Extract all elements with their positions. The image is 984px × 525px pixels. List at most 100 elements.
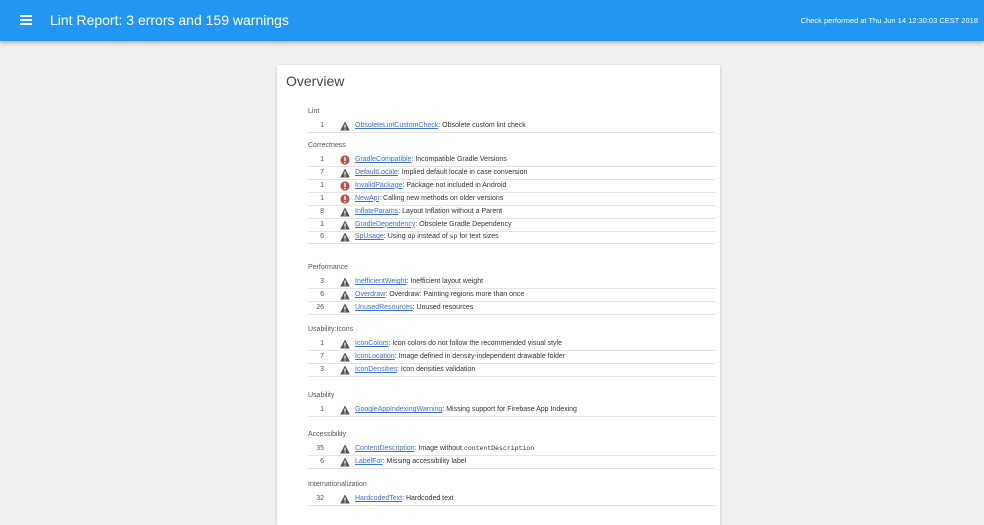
- issue-description: Overdraw: Overdraw: Painting regions mor…: [355, 289, 524, 301]
- issue-count: 1: [320, 122, 324, 129]
- issue-row: 6 Overdraw: Overdraw: Painting regions mo…: [308, 289, 715, 302]
- issue-row: 3 IconDensities: Icon densities validatio…: [308, 364, 715, 377]
- issue-count: 32: [316, 495, 324, 502]
- issue-row: 1 ObsoleteLintCustomCheck: Obsolete custo…: [308, 120, 715, 133]
- issue-id-link[interactable]: DefaultLocale: [355, 169, 398, 176]
- issue-row: 6 SpUsage: Using dp instead of sp for tex…: [308, 231, 715, 245]
- issue-count: 1: [320, 156, 324, 163]
- report-title: Lint Report: 3 errors and 159 warnings: [50, 12, 289, 28]
- issue-count: 6: [320, 457, 324, 465]
- warning-icon: [340, 352, 350, 362]
- issue-count: 1: [320, 194, 324, 202]
- issue-count: 35: [316, 445, 324, 452]
- issue-count: 6: [320, 233, 324, 241]
- section-title: Usability: [308, 392, 335, 399]
- issue-summary: Calling new methods on older versions: [383, 194, 504, 202]
- issue-row: 8 InflateParams: Layout Inflation without…: [308, 206, 715, 219]
- issue-count: 3: [320, 365, 324, 373]
- check-timestamp: Check performed at Thu Jun 14 12:30:03 C…: [800, 16, 978, 25]
- warning-icon: [340, 207, 350, 217]
- issue-count: 8: [320, 207, 324, 215]
- issue-description: GradleCompatible: Incompatible Gradle Ve…: [355, 154, 507, 166]
- issue-description: ObsoleteLintCustomCheck: Obsolete custom…: [355, 120, 526, 132]
- issue-count: 1: [320, 340, 324, 347]
- issue-id-link[interactable]: GradleCompatible: [355, 156, 411, 163]
- issue-summary: Package not included in Android: [406, 181, 507, 189]
- warning-icon: [340, 405, 350, 415]
- issue-description: IconColors: Icon colors do not follow th…: [355, 338, 562, 350]
- error-icon: [340, 194, 350, 204]
- issue-id-link[interactable]: GoogleAppIndexingWarning: [355, 406, 442, 413]
- issue-id-link[interactable]: IconDensities: [355, 366, 397, 373]
- issue-id-link[interactable]: UnusedResources: [355, 304, 413, 311]
- overview-title: Overview: [286, 73, 345, 89]
- issue-summary: Hardcoded text: [405, 495, 454, 502]
- issue-id-link[interactable]: ContentDescription: [355, 445, 415, 452]
- issue-id-link[interactable]: ObsoleteLintCustomCheck: [355, 122, 438, 129]
- issue-description: ContentDescription: Image without conten…: [355, 443, 534, 455]
- warning-icon: [340, 494, 350, 504]
- issue-count: 7: [320, 168, 324, 176]
- issue-description: InvalidPackage: Package not included in …: [355, 180, 506, 192]
- issue-count: 6: [320, 290, 324, 298]
- issue-description: NewApi: Calling new methods on older ver…: [355, 193, 503, 205]
- warning-icon: [340, 121, 350, 131]
- issue-row: 1 NewApi: Calling new methods on older ve…: [308, 193, 715, 206]
- issue-id-link[interactable]: IconLocation: [355, 353, 395, 360]
- issue-description: IconDensities: Icon densities validation: [355, 364, 475, 376]
- issue-id-link[interactable]: HardcodedText: [355, 495, 402, 502]
- issue-row: 35 ContentDescription: Image without cont…: [308, 443, 715, 456]
- issue-row: 1 GoogleAppIndexingWarning: Missing suppo…: [308, 404, 715, 417]
- issue-summary: Implied default locale in case conversio…: [401, 168, 528, 176]
- issue-summary-tail: for text sizes: [457, 233, 499, 241]
- issue-description: DefaultLocale: Implied default locale in…: [355, 167, 527, 179]
- issue-id-link[interactable]: InvalidPackage: [355, 182, 402, 189]
- issue-id-link[interactable]: NewApi: [355, 195, 379, 202]
- section-title: Correctness: [308, 142, 346, 149]
- issue-summary: Unused resources: [416, 303, 474, 311]
- warning-icon: [340, 444, 350, 454]
- warning-icon: [340, 220, 350, 229]
- issue-summary: Missing accessibility label: [386, 457, 467, 465]
- issue-id-link[interactable]: SpUsage: [355, 233, 384, 240]
- issue-id-link[interactable]: LabelFor: [355, 458, 383, 465]
- warning-icon: [340, 290, 350, 300]
- issue-description: LabelFor: Missing accessibility label: [355, 456, 466, 468]
- warning-icon: [340, 303, 350, 313]
- section-title: Accessibility: [308, 431, 347, 438]
- issue-description: UnusedResources: Unused resources: [355, 302, 473, 314]
- error-icon: [340, 155, 350, 165]
- issue-row: 26 UnusedResources: Unused resources: [308, 302, 715, 315]
- issue-row: 1 IconColors: Icon colors do not follow t…: [308, 338, 715, 351]
- issue-id-link[interactable]: InefficientWeight: [355, 278, 407, 285]
- issue-row: 7 DefaultLocale: Implied default locale i…: [308, 167, 715, 180]
- section-title: Lint: [308, 108, 320, 115]
- issue-row: 32 HardcodedText: Hardcoded text: [308, 493, 715, 506]
- issue-id-link[interactable]: Overdraw: [355, 291, 385, 298]
- issue-id-link[interactable]: GradleDependency: [355, 221, 415, 228]
- issue-summary: Icon colors do not follow the recommende…: [392, 340, 562, 347]
- issue-count: 3: [320, 278, 324, 285]
- issue-description: IconLocation: Image defined in density-i…: [355, 351, 565, 363]
- issue-count: 7: [320, 352, 324, 360]
- issue-summary: Incompatible Gradle Versions: [415, 156, 507, 163]
- issue-summary-mid: instead of: [415, 233, 450, 241]
- error-icon: [340, 181, 350, 191]
- issue-description: GoogleAppIndexingWarning: Missing suppor…: [355, 404, 577, 416]
- menu-icon[interactable]: [20, 15, 32, 25]
- warning-icon: [340, 457, 350, 467]
- issue-count: 1: [320, 181, 324, 189]
- issue-summary: Using: [387, 233, 408, 241]
- issue-description: SpUsage: Using dp instead of sp for text…: [355, 231, 499, 243]
- issue-row: 7 IconLocation: Image defined in density-…: [308, 351, 715, 364]
- section-title: Usability:Icons: [308, 326, 354, 333]
- issue-row: 3 InefficientWeight: Inefficient layout w…: [308, 276, 715, 289]
- issue-id-link[interactable]: IconColors: [355, 340, 388, 347]
- warning-icon: [340, 365, 350, 375]
- section-title: Internationalization: [308, 481, 367, 488]
- issue-summary: Obsolete custom lint check: [442, 122, 526, 129]
- issue-row: 6 LabelFor: Missing accessibility label: [308, 456, 715, 469]
- issue-id-link[interactable]: InflateParams: [355, 208, 398, 215]
- issue-summary: Image without: [418, 445, 464, 452]
- warning-icon: [340, 277, 350, 287]
